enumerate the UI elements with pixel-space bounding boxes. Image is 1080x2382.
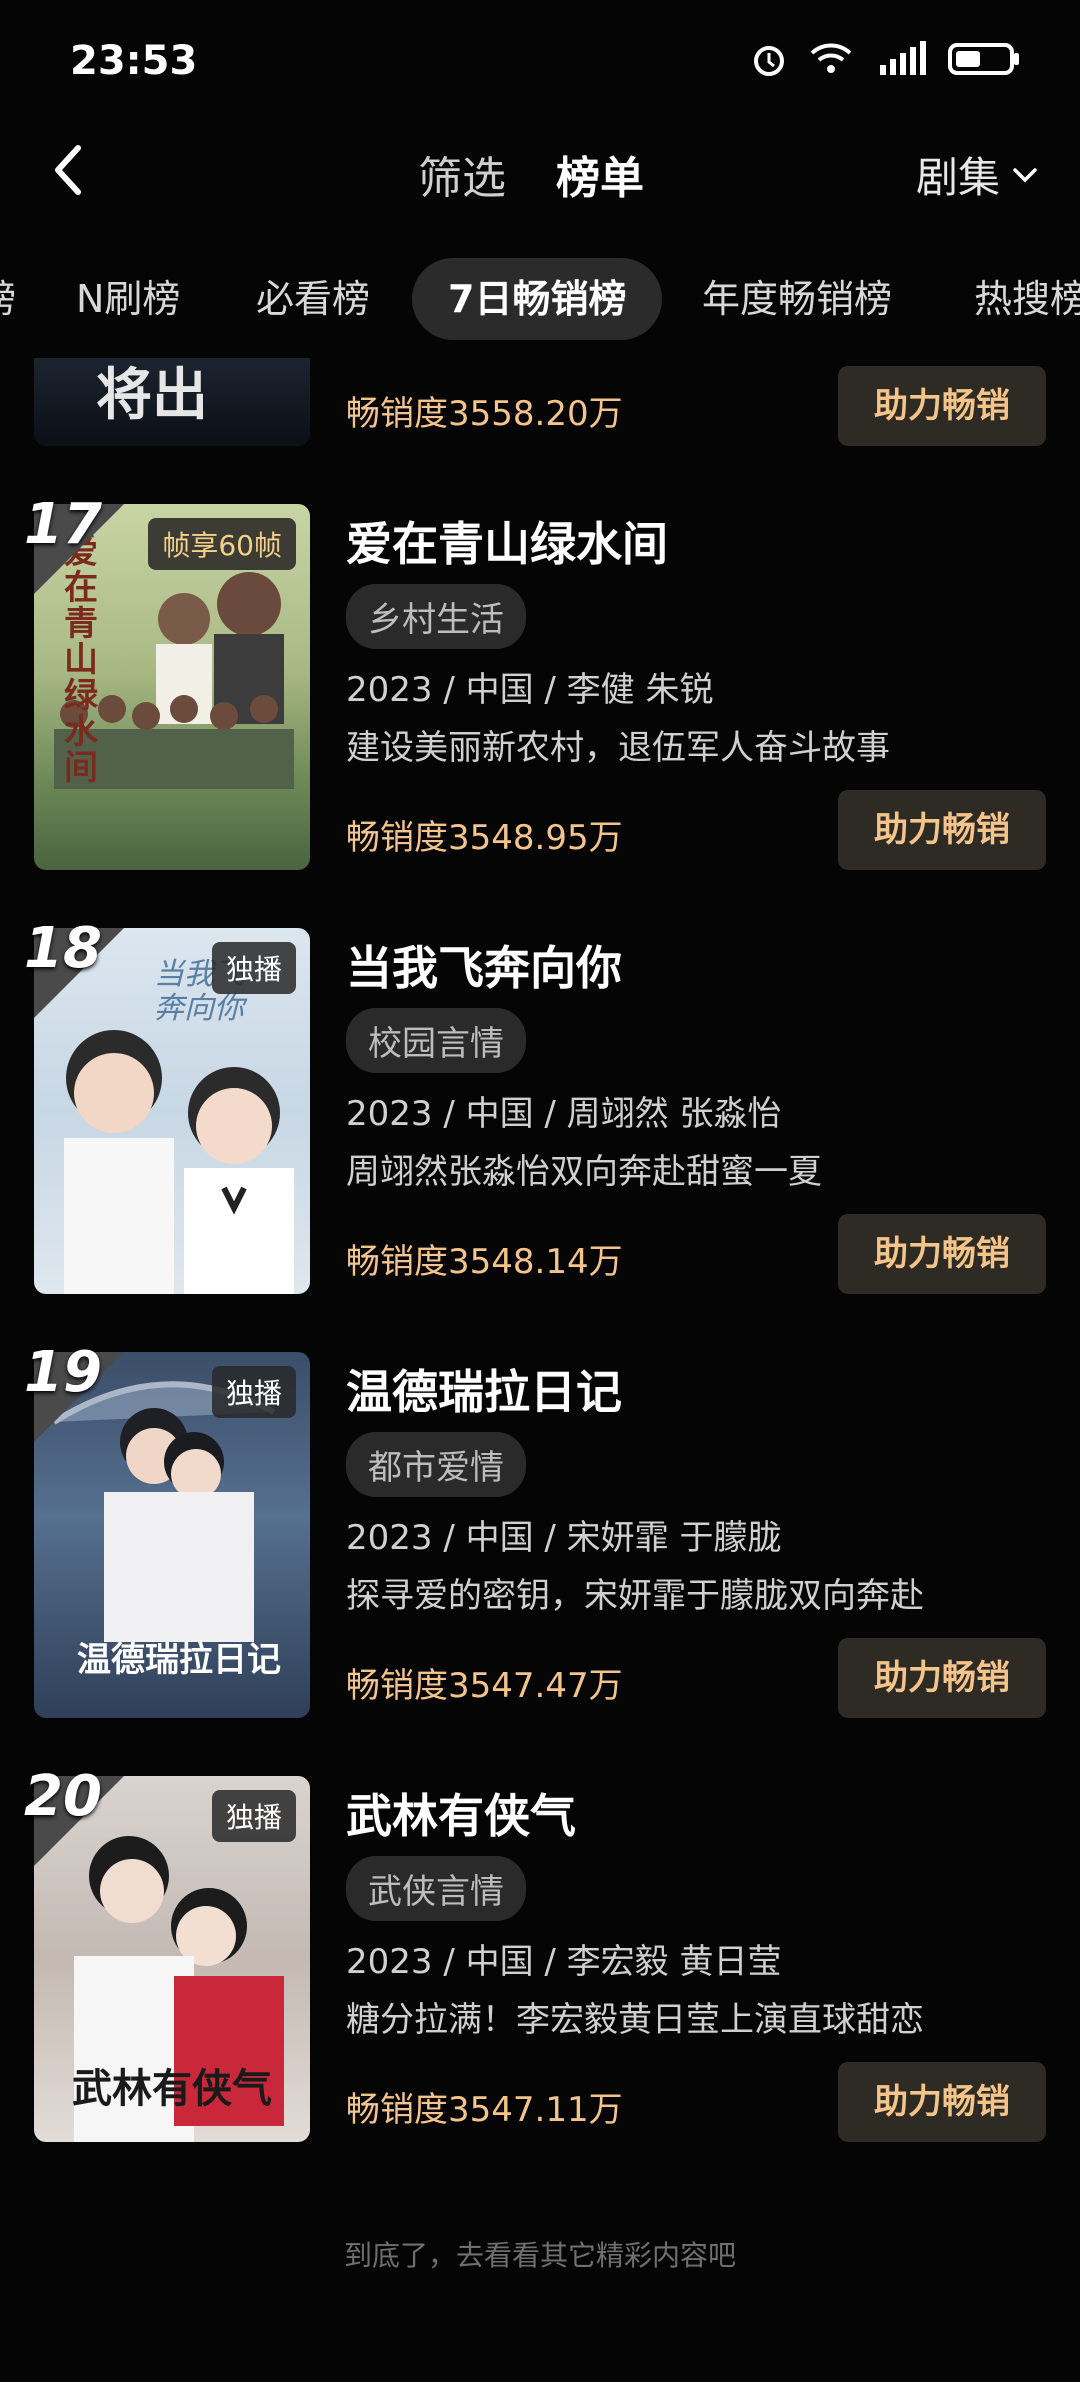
genre-tag[interactable]: 武侠言情 <box>346 1856 526 1921</box>
rank-number: 18 <box>24 916 102 981</box>
item-title[interactable]: 武林有侠气 <box>346 1780 576 1846</box>
item-title[interactable]: 温德瑞拉日记 <box>346 1356 622 1422</box>
chevron-down-icon <box>1013 167 1037 182</box>
genre-tag[interactable]: 校园言情 <box>346 1008 526 1073</box>
tab-partial[interactable]: 榜 <box>0 258 16 340</box>
boost-button[interactable]: 助力畅销 <box>838 2062 1046 2142</box>
badge-exclusive: 独播 <box>211 1366 296 1418</box>
item-meta: 2023 / 中国 / 周翊然 张淼怡 <box>346 1094 782 1134</box>
status-icons <box>750 40 1020 78</box>
item-title[interactable]: 当我飞奔向你 <box>346 932 622 998</box>
poster-title-text: 武林有侠气 <box>72 2066 272 2112</box>
item-meta: 2023 / 中国 / 宋妍霏 于朦胧 <box>346 1518 782 1558</box>
sales-value: 畅销度3548.14万 <box>346 1242 623 1282</box>
poster-title-text: 温德瑞拉日记 <box>77 1640 281 1680</box>
item-desc: 周翊然张淼怡双向奔赴甜蜜一夏 <box>346 1152 822 1192</box>
battery-icon <box>948 43 1019 75</box>
boost-button[interactable]: 助力畅销 <box>838 1214 1046 1294</box>
rank-number: 19 <box>24 1340 102 1405</box>
item-desc: 建设美丽新农村，退伍军人奋斗故事 <box>346 728 890 768</box>
boost-button[interactable]: 助力畅销 <box>838 366 1046 446</box>
tab-hot-search[interactable]: 热搜榜 <box>974 258 1080 340</box>
boost-button[interactable]: 助力畅销 <box>838 1638 1046 1718</box>
tab-annual-best-selling[interactable]: 年度畅销榜 <box>702 258 892 340</box>
signal-icon <box>880 41 926 75</box>
category-label: 剧集 <box>915 153 1000 202</box>
item-desc: 探寻爱的密钥，宋妍霏于朦胧双向奔赴 <box>346 1576 924 1616</box>
tab-7day-best-selling[interactable]: 7日畅销榜 <box>412 258 663 340</box>
sales-value: 畅销度3547.11万 <box>346 2090 623 2130</box>
item-title[interactable]: 爱在青山绿水间 <box>346 508 668 574</box>
category-tabs: 榜 N刷榜 必看榜 7日畅销榜 年度畅销榜 热搜榜 <box>0 258 1080 342</box>
item-desc: 糖分拉满！李宏毅黄日莹上演直球甜恋 <box>346 2000 924 2040</box>
tab-rank[interactable]: 榜单 <box>556 142 644 206</box>
category-dropdown[interactable]: 剧集 <box>916 144 1040 205</box>
rank-number: 20 <box>24 1764 102 1829</box>
end-of-list-text: 到底了，去看看其它精彩内容吧 <box>343 2239 736 2272</box>
badge-exclusive: 独播 <box>211 1790 296 1842</box>
item-meta: 2023 / 中国 / 李宏毅 黄日莹 <box>346 1942 782 1982</box>
sales-value: 畅销度3548.95万 <box>346 818 623 858</box>
sales-value: 畅销度3547.47万 <box>346 1666 623 1706</box>
status-time: 23:53 <box>70 38 198 84</box>
back-icon[interactable] <box>48 140 88 200</box>
genre-tag[interactable]: 乡村生活 <box>346 584 526 649</box>
item-meta: 2023 / 中国 / 李健 朱锐 <box>346 670 714 710</box>
tab-must-watch[interactable]: 必看榜 <box>256 258 370 340</box>
boost-button[interactable]: 助力畅销 <box>838 790 1046 870</box>
sales-partial: 畅销度3558.20万 <box>346 394 623 434</box>
tab-n-shua[interactable]: N刷榜 <box>76 258 180 340</box>
alarm-icon <box>754 46 784 76</box>
poster-partial-text: 将出 <box>96 363 208 428</box>
badge-60fps: 帧享60帧 <box>148 518 296 570</box>
rank-number: 17 <box>24 492 102 557</box>
genre-tag[interactable]: 都市爱情 <box>346 1432 526 1497</box>
wifi-icon <box>810 43 852 73</box>
tab-filter[interactable]: 筛选 <box>418 142 506 206</box>
badge-exclusive: 独播 <box>211 942 296 994</box>
poster-partial[interactable]: 将出 <box>34 358 310 446</box>
